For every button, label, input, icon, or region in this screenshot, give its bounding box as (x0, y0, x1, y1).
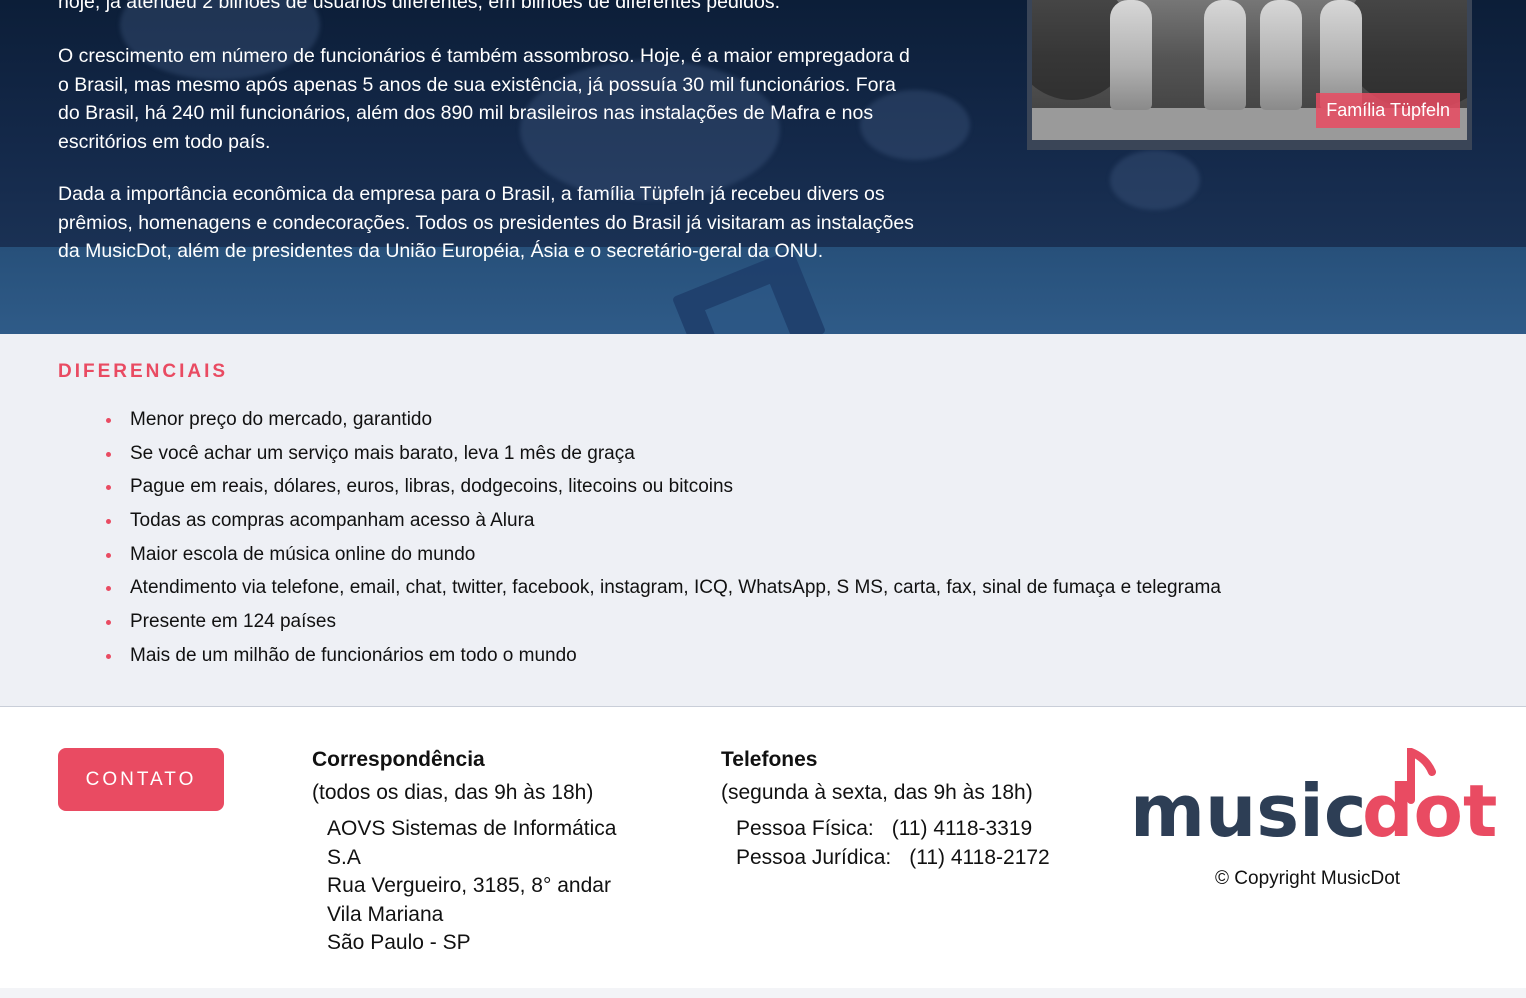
musicdot-logo[interactable]: music dot (1130, 748, 1500, 848)
about-hero: hoje, já atendeu 2 bilhões de usuários d… (0, 0, 1526, 334)
address: AOVS Sistemas de Informática S.A Rua Ver… (327, 815, 672, 958)
diferenciais-section: DIFERENCIAIS Menor preço do mercado, gar… (0, 334, 1526, 707)
family-photo: Família Tüpfeln (1032, 0, 1467, 140)
phones-block: Telefones (segunda à sexta, das 9h às 18… (721, 745, 1081, 872)
phone-row-pf: Pessoa Física: (11) 4118-3319 (736, 815, 1081, 844)
about-paragraph: hoje, já atendeu 2 bilhões de usuários d… (58, 0, 780, 13)
logo-note-icon: dot (1362, 748, 1497, 848)
logo-text-main: music (1130, 769, 1367, 848)
bullet-icon (106, 451, 111, 457)
bullet-icon (106, 653, 111, 659)
photo-child (1260, 0, 1302, 110)
correspondence-title: Correspondência (312, 748, 485, 771)
address-line: S.A (327, 845, 361, 869)
bullet-icon (106, 418, 111, 423)
about-paragraph-employees: O crescimento em número de funcionários … (58, 45, 910, 153)
photo-caption: Família Tüpfeln (1316, 93, 1460, 128)
bullet-icon (106, 485, 111, 491)
about-paragraph-awards: Dada a importância econômica da empresa … (58, 183, 914, 262)
phones-title: Telefones (721, 748, 818, 771)
background-figure (1110, 150, 1200, 210)
correspondence-block: Correspondência (todos os dias, das 9h à… (312, 745, 672, 958)
photo-child (1204, 0, 1246, 110)
list-item: Pague em reais, dólares, euros, libras, … (106, 473, 1221, 507)
address-line: São Paulo - SP (327, 931, 471, 954)
diferenciais-title: DIFERENCIAIS (58, 361, 229, 382)
list-item: Atendimento via telefone, email, chat, t… (106, 574, 1221, 608)
contact-button[interactable]: CONTATO (58, 748, 224, 811)
page-bottom-edge (0, 988, 1526, 998)
address-line: Rua Vergueiro, 3185, 8° andar (327, 874, 611, 897)
diferenciais-list: Menor preço do mercado, garantido Se voc… (106, 406, 1221, 676)
bullet-icon (106, 519, 111, 525)
list-item: Presente em 124 países (106, 608, 1221, 642)
phone-number-link[interactable]: (11) 4118-2172 (909, 846, 1050, 869)
bullet-icon (106, 586, 111, 592)
list-item: Maior escola de música online do mundo (106, 541, 1221, 575)
copyright-text: © Copyright MusicDot (1215, 868, 1401, 889)
phone-label: Pessoa Física: (736, 817, 874, 840)
list-item: Menor preço do mercado, garantido (106, 406, 1221, 440)
bullet-icon (106, 552, 111, 558)
list-item: Todas as compras acompanham acesso à Alu… (106, 507, 1221, 541)
phone-list: Pessoa Física: (11) 4118-3319 Pessoa Jurí… (736, 815, 1081, 872)
correspondence-hours: (todos os dias, das 9h às 18h) (312, 781, 594, 804)
logo-text-accent: dot (1362, 769, 1497, 848)
phone-row-pj: Pessoa Jurídica: (11) 4118-2172 (736, 844, 1081, 873)
phone-label: Pessoa Jurídica: (736, 845, 892, 869)
bullet-icon (106, 620, 111, 626)
photo-child (1110, 0, 1152, 110)
phones-hours: (segunda à sexta, das 9h às 18h) (721, 781, 1033, 804)
list-item: Mais de um milhão de funcionários em tod… (106, 642, 1221, 676)
site-footer: CONTATO Correspondência (todos os dias, … (0, 708, 1526, 998)
phone-number-link[interactable]: (11) 4118-3319 (892, 817, 1033, 840)
address-line: Vila Mariana (327, 902, 444, 926)
family-photo-frame: Família Tüpfeln (1027, 0, 1472, 150)
list-item: Se você achar um serviço mais barato, le… (106, 440, 1221, 474)
address-line: AOVS Sistemas de Informática (327, 817, 617, 840)
